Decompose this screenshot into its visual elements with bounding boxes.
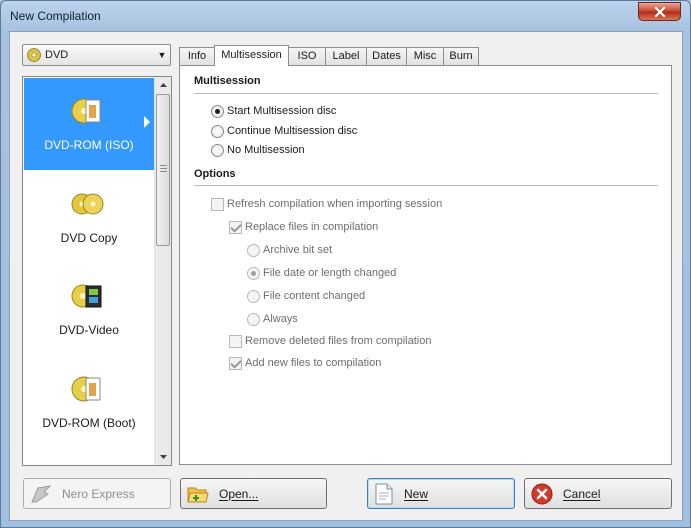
scroll-up-button[interactable]	[155, 77, 171, 93]
new-document-icon	[375, 483, 393, 504]
list-scrollbar[interactable]	[154, 77, 171, 465]
radio-button[interactable]	[247, 266, 260, 280]
option-label: File date or length changed	[263, 267, 397, 279]
radio-button[interactable]	[247, 243, 260, 257]
file-content-option[interactable]: File content changed	[247, 288, 365, 304]
refresh-compilation-checkbox-row[interactable]: Refresh compilation when importing sessi…	[211, 196, 442, 212]
disc-type-dropdown[interactable]: DVD ▼	[22, 44, 171, 66]
scroll-thumb[interactable]	[156, 94, 170, 246]
button-label: Nero Express	[62, 486, 135, 501]
checkbox[interactable]	[229, 220, 242, 234]
list-item-label: DVD-Video	[59, 323, 119, 337]
option-label: Start Multisession disc	[227, 105, 337, 117]
archive-bit-option[interactable]: Archive bit set	[247, 242, 332, 258]
checkbox[interactable]	[211, 197, 224, 211]
option-label: Add new files to compilation	[245, 357, 382, 369]
title-bar[interactable]: New Compilation	[1, 1, 690, 31]
new-button[interactable]: New	[367, 478, 515, 509]
start-multisession-option[interactable]: Start Multisession disc	[211, 103, 336, 119]
button-label: Cancel	[563, 486, 601, 501]
checkbox[interactable]	[229, 356, 242, 370]
option-label: Always	[263, 313, 298, 325]
radio-button[interactable]	[247, 289, 260, 303]
list-item-dvd-copy[interactable]: DVD Copy	[24, 171, 154, 263]
open-button[interactable]: Open...	[180, 478, 327, 509]
option-label: Archive bit set	[263, 244, 333, 256]
remove-deleted-checkbox-row[interactable]: Remove deleted files from compilation	[229, 333, 431, 349]
list-item-dvd-rom-iso[interactable]: DVD-ROM (ISO)	[24, 78, 154, 170]
always-option[interactable]: Always	[247, 311, 298, 327]
dvd-copy-icon	[71, 193, 104, 215]
open-folder-icon	[187, 487, 209, 502]
disc-icon	[27, 48, 41, 62]
cancel-icon	[531, 483, 553, 504]
multisession-heading: Multisession	[194, 75, 261, 87]
tab-multisession[interactable]: Multisession	[214, 45, 289, 66]
cancel-button[interactable]: Cancel	[524, 478, 672, 509]
option-label: Continue Multisession disc	[227, 125, 358, 137]
disc-type-value: DVD	[45, 49, 69, 61]
close-icon	[654, 6, 665, 17]
new-compilation-window: New Compilation DVD ▼ DVD-ROM (ISO) DVD …	[0, 0, 691, 528]
chevron-down-icon	[159, 455, 167, 459]
add-new-files-checkbox-row[interactable]: Add new files to compilation	[229, 355, 381, 371]
radio-button[interactable]	[211, 143, 224, 157]
button-label: Open...	[219, 486, 259, 501]
close-button[interactable]	[638, 2, 681, 21]
options-heading: Options	[194, 168, 236, 180]
option-label: No Multisession	[227, 144, 305, 156]
file-date-option[interactable]: File date or length changed	[247, 265, 396, 281]
option-label: Refresh compilation when importing sessi…	[227, 198, 443, 210]
list-item-label: DVD-ROM (ISO)	[44, 138, 134, 152]
dvd-video-icon	[71, 284, 102, 308]
divider	[194, 93, 658, 94]
option-label: Remove deleted files from compilation	[245, 335, 432, 347]
radio-button[interactable]	[211, 124, 224, 138]
tab-dates[interactable]: Dates	[366, 47, 407, 65]
scroll-down-button[interactable]	[155, 449, 171, 465]
tab-burn[interactable]: Burn	[443, 47, 479, 65]
chevron-down-icon: ▼	[157, 50, 167, 60]
tab-label[interactable]: Label	[325, 47, 367, 65]
replace-files-checkbox-row[interactable]: Replace files in compilation	[229, 219, 378, 235]
tab-info[interactable]: Info	[179, 47, 215, 65]
radio-button[interactable]	[247, 312, 260, 326]
multisession-panel: Multisession Start Multisession disc Con…	[179, 65, 672, 465]
button-label: New	[404, 486, 429, 501]
chevron-up-icon	[159, 83, 167, 87]
tab-iso[interactable]: ISO	[288, 47, 326, 65]
window-title: New Compilation	[10, 9, 101, 23]
radio-button[interactable]	[211, 104, 224, 118]
dvd-rom-boot-icon	[71, 376, 101, 402]
list-item-dvd-rom-boot[interactable]: DVD-ROM (Boot)	[24, 356, 154, 448]
nero-express-button[interactable]: Nero Express	[23, 478, 171, 509]
compilation-type-list[interactable]: DVD-ROM (ISO) DVD Copy DVD-Video DVD-ROM…	[22, 76, 172, 466]
nero-express-icon	[31, 484, 52, 502]
dvd-rom-iso-icon	[71, 98, 101, 124]
checkbox[interactable]	[229, 334, 242, 348]
option-label: Replace files in compilation	[245, 221, 379, 233]
no-multisession-option[interactable]: No Multisession	[211, 142, 305, 158]
selected-arrow-icon	[144, 116, 150, 128]
list-item-dvd-video[interactable]: DVD-Video	[24, 263, 154, 355]
dialog-body: DVD ▼ DVD-ROM (ISO) DVD Copy DVD-Video D…	[9, 31, 683, 521]
list-item-label: DVD-ROM (Boot)	[42, 416, 136, 430]
tab-misc[interactable]: Misc	[406, 47, 444, 65]
divider	[194, 185, 658, 186]
grip-icon	[160, 165, 167, 174]
list-item-label: DVD Copy	[60, 231, 118, 245]
option-label: File content changed	[263, 290, 366, 302]
continue-multisession-option[interactable]: Continue Multisession disc	[211, 123, 357, 139]
